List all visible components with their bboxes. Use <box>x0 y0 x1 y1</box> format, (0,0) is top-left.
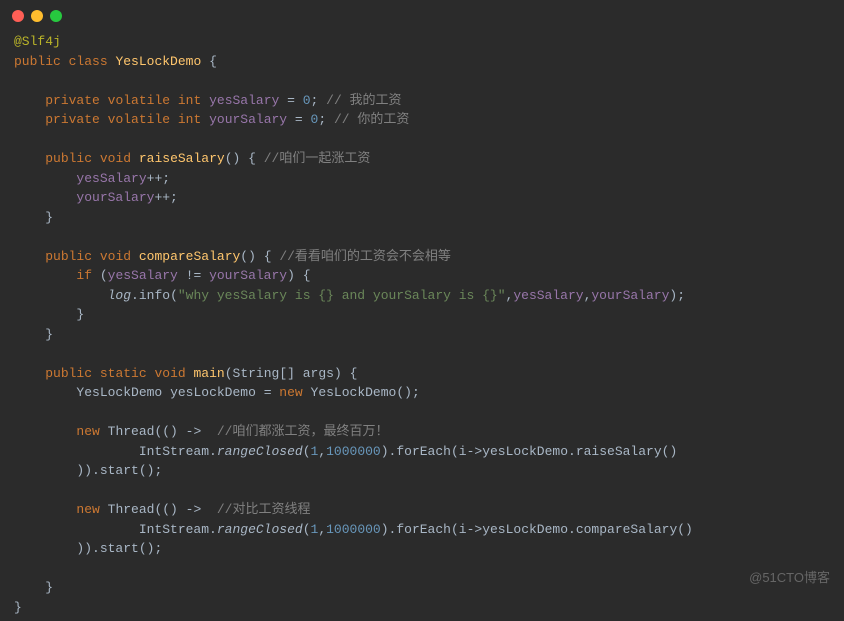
class-name: YesLockDemo <box>115 54 201 69</box>
window-titlebar <box>0 0 844 28</box>
comment: // 你的工资 <box>334 112 409 127</box>
keyword-public: public <box>14 54 61 69</box>
annotation: @Slf4j <box>14 34 61 49</box>
minimize-button[interactable] <box>31 10 43 22</box>
comment: //咱们一起涨工资 <box>264 151 371 166</box>
log-call: log <box>108 288 131 303</box>
field-yes-salary: yesSalary <box>209 93 279 108</box>
comment: // 我的工资 <box>326 93 401 108</box>
comment: //对比工资线程 <box>217 502 311 517</box>
log-string: "why yesSalary is {} and yourSalary is {… <box>178 288 506 303</box>
maximize-button[interactable] <box>50 10 62 22</box>
field-your-salary: yourSalary <box>209 112 287 127</box>
watermark: @51CTO博客 <box>749 568 830 588</box>
method-compare-salary: compareSalary <box>139 249 240 264</box>
comment: //看看咱们的工资会不会相等 <box>279 249 451 264</box>
close-button[interactable] <box>12 10 24 22</box>
keyword-class: class <box>69 54 108 69</box>
method-main: main <box>194 366 225 381</box>
comment: //咱们都涨工资，最终百万！ <box>217 424 389 439</box>
code-editor: @Slf4j public class YesLockDemo { privat… <box>0 28 844 621</box>
method-raise-salary: raiseSalary <box>139 151 225 166</box>
